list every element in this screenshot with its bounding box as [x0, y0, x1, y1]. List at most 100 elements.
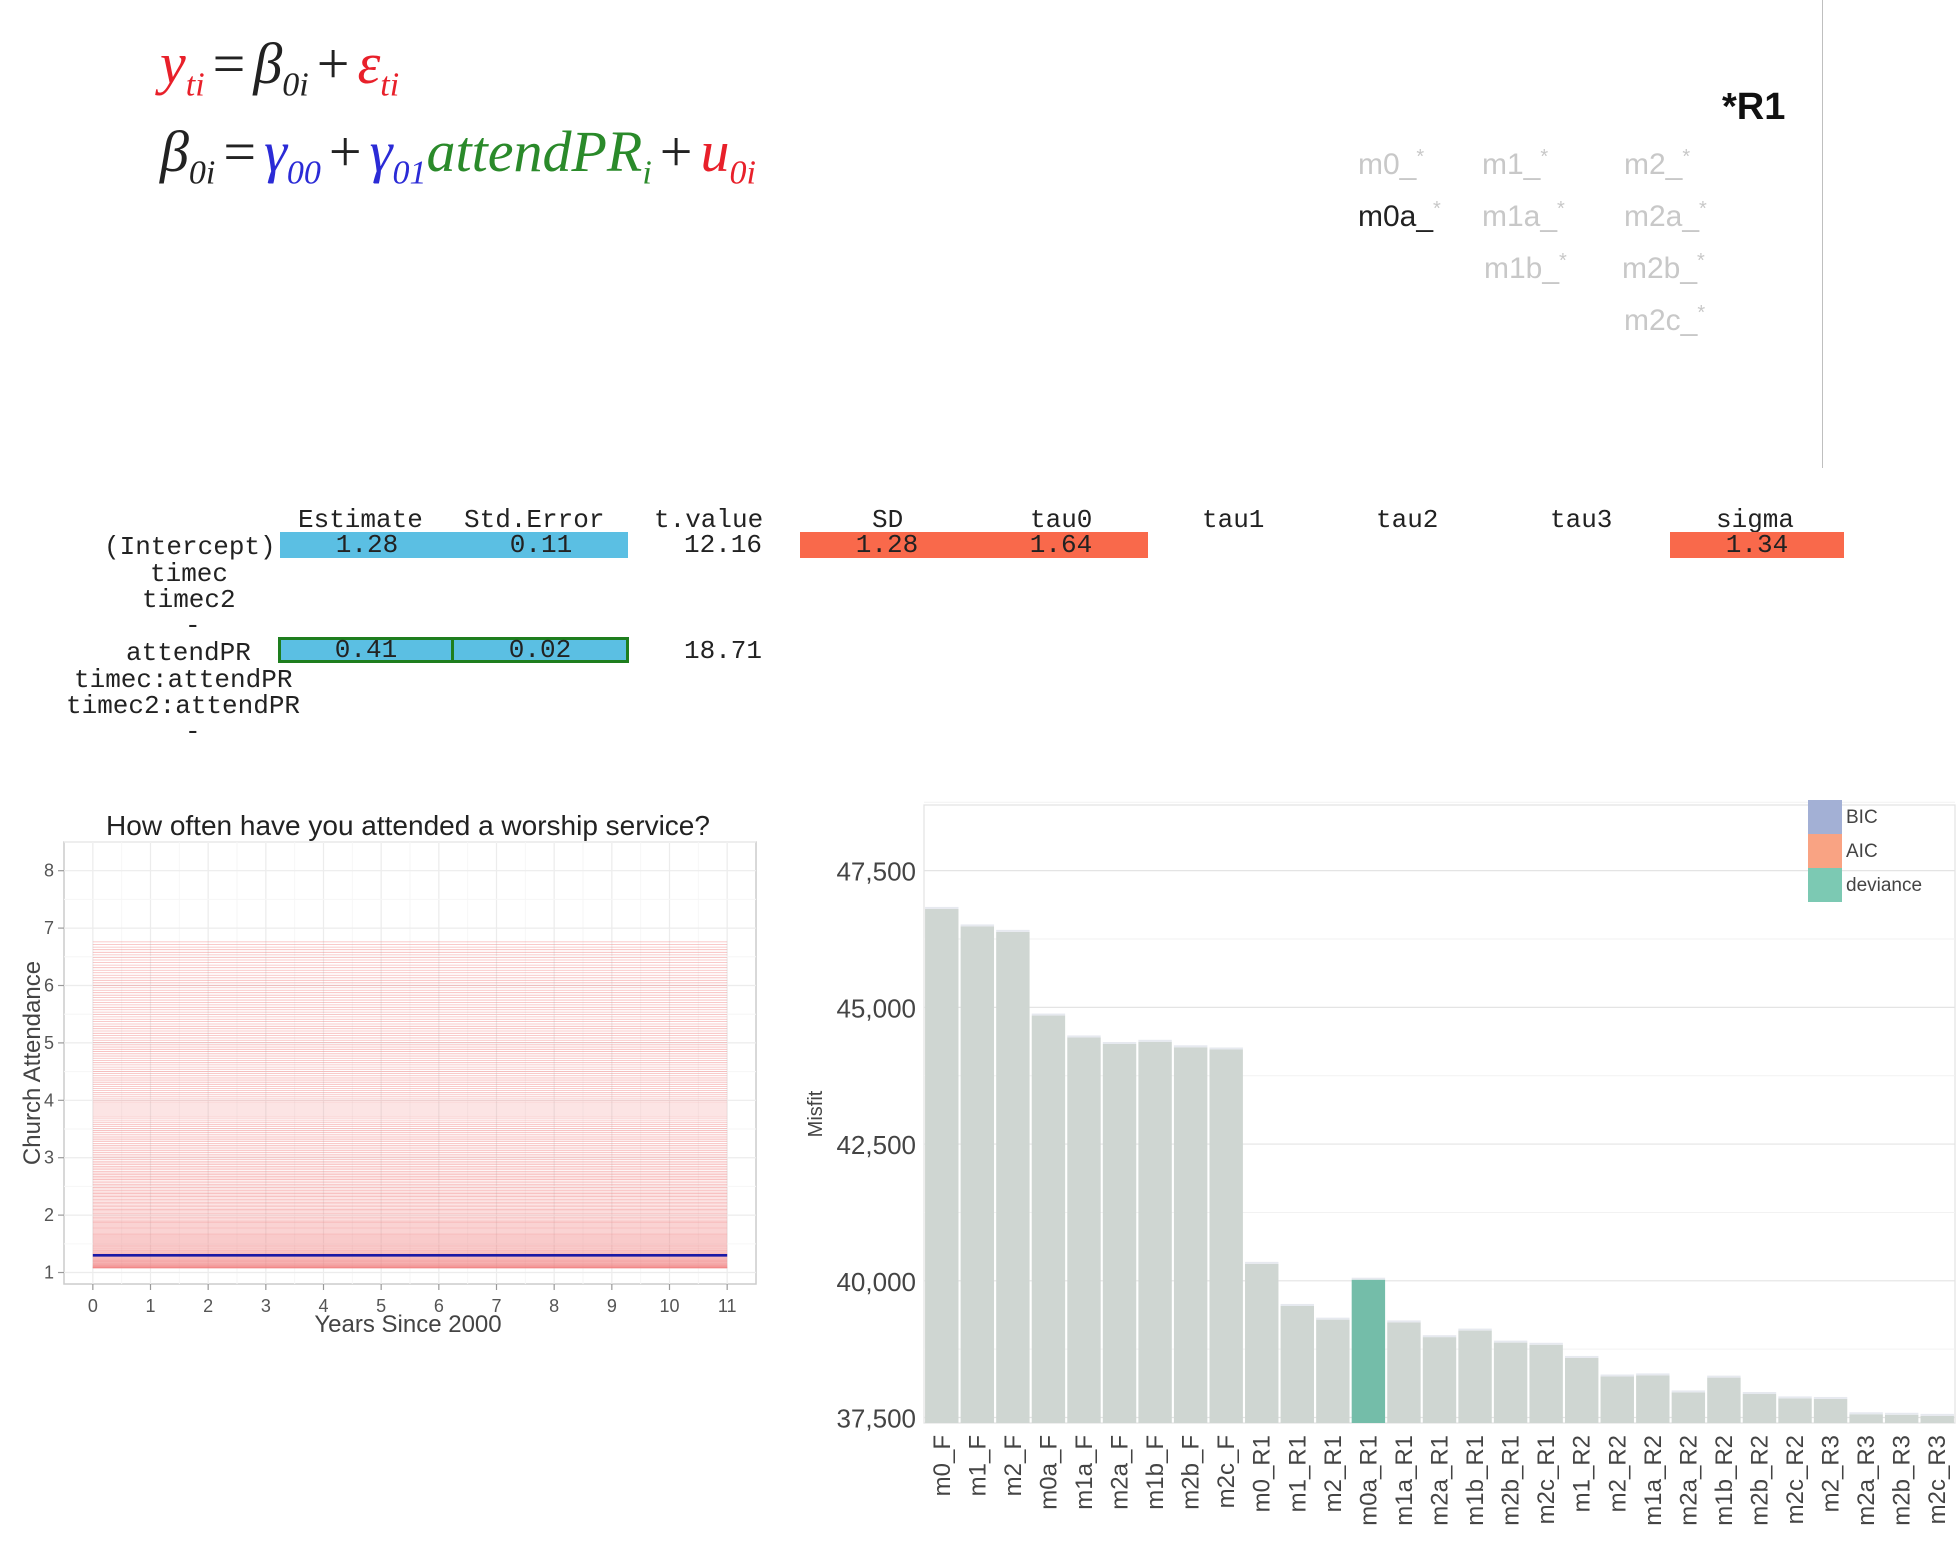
intercept-tau0: 1.64 — [974, 532, 1148, 558]
legend-swatch — [1808, 834, 1842, 868]
misfit-bar — [1245, 1263, 1279, 1423]
chart2-y-tick-label: 42,500 — [836, 1130, 916, 1160]
misfit-bar — [1742, 1394, 1777, 1423]
model-m2c[interactable]: m2c_* — [1624, 302, 1705, 338]
chart2-y-tick-label: 47,500 — [836, 857, 916, 887]
eq2-u-sub: 0i — [729, 154, 756, 192]
legend-swatch — [1808, 800, 1842, 834]
chart2-x-tick-label: m0_F — [929, 1435, 956, 1496]
misfit-bar — [1529, 1344, 1563, 1423]
misfit-bar — [996, 931, 1030, 1423]
misfit-bar-bic-cap — [1636, 1373, 1670, 1376]
chart2-y-tick-label: 40,000 — [836, 1267, 916, 1297]
misfit-bar-bic-cap — [1245, 1261, 1279, 1264]
misfit-bar — [1102, 1043, 1137, 1423]
row-label-attendpr: attendPR — [126, 638, 251, 668]
eq2-gamma00-sub: 00 — [286, 154, 321, 192]
misfit-bar-bic-cap — [960, 924, 995, 927]
misfit-bar — [1351, 1279, 1386, 1423]
row-label-timec2-attendpr: timec2:attendPR — [66, 691, 301, 721]
misfit-bar-bic-cap — [925, 906, 959, 909]
eq-beta: β — [253, 31, 283, 96]
model-m0a[interactable]: m0a_* — [1358, 198, 1441, 234]
model-m2a[interactable]: m2a_* — [1624, 198, 1707, 234]
misfit-bar-bic-cap — [1742, 1392, 1777, 1395]
chart1-x-tick-label: 8 — [549, 1296, 559, 1316]
chart2-x-tick-label: m0a_R1 — [1355, 1435, 1382, 1526]
misfit-bar — [1173, 1047, 1208, 1423]
misfit-bar-bic-cap — [1102, 1041, 1137, 1044]
chart1-y-tick-label: 2 — [44, 1205, 54, 1225]
chart1-x-tick-label: 3 — [261, 1296, 271, 1316]
chart2-ylabel: Misfit — [805, 1090, 827, 1137]
misfit-bar — [1138, 1041, 1172, 1423]
legend-label: AIC — [1846, 841, 1878, 862]
misfit-bar-bic-cap — [1387, 1320, 1421, 1323]
misfit-bar-bic-cap — [1920, 1413, 1954, 1416]
eq-eps: ε — [357, 31, 381, 96]
hdr-tau1: tau1 — [1202, 505, 1265, 535]
chart1-x-tick-label: 11 — [718, 1296, 737, 1316]
misfit-bar-bic-cap — [1564, 1355, 1599, 1358]
misfit-bar — [1849, 1414, 1883, 1423]
chart2-x-tick-label: m2_R2 — [1604, 1435, 1631, 1512]
misfit-bar-bic-cap — [1707, 1375, 1741, 1378]
chart2-x-tick-label: m1b_F — [1142, 1435, 1169, 1510]
chart2-y-tick-label: 37,500 — [836, 1404, 916, 1434]
model-m1[interactable]: m1_* — [1482, 146, 1548, 182]
misfit-bar — [1067, 1037, 1101, 1423]
misfit-bar-bic-cap — [1849, 1412, 1883, 1415]
misfit-bar-bic-cap — [1031, 1013, 1066, 1016]
chart2-y-ticks: 37,500 40,000 42,500 45,000 47,500 — [836, 857, 916, 1434]
misfit-bar — [1458, 1330, 1492, 1423]
legend-swatch — [1808, 868, 1842, 902]
chart1-title: How often have you attended a worship se… — [106, 810, 710, 841]
chart1-y-tick-label: 1 — [44, 1263, 54, 1283]
chart2-x-tick-label: m2_R3 — [1818, 1435, 1845, 1512]
misfit-bar — [1920, 1415, 1954, 1423]
intercept-se: 0.11 — [454, 532, 628, 558]
misfit-bar — [960, 926, 995, 1423]
model-m1b[interactable]: m1b_* — [1484, 250, 1567, 286]
misfit-bar-bic-cap — [1813, 1396, 1848, 1399]
hdr-tau2: tau2 — [1376, 505, 1439, 535]
misfit-bar-bic-cap — [1422, 1335, 1457, 1338]
row-label-dash2: - — [185, 717, 201, 747]
chart2-x-tick-label: m1_F — [964, 1435, 991, 1496]
model-m2[interactable]: m2_* — [1624, 146, 1690, 182]
misfit-bar-bic-cap — [1138, 1039, 1172, 1042]
attendpr-t: 18.71 — [683, 636, 762, 666]
attendpr-se: 0.02 — [451, 637, 629, 663]
misfit-bar — [1636, 1375, 1670, 1423]
misfit-bar-bic-cap — [1351, 1277, 1386, 1280]
model-m1a[interactable]: m1a_* — [1482, 198, 1565, 234]
chart2-x-tick-label: m2_R1 — [1320, 1435, 1347, 1512]
chart2-x-tick-label: m1b_R1 — [1462, 1435, 1489, 1526]
chart1-x-tick-label: 10 — [659, 1296, 679, 1316]
chart1-x-tick-label: 1 — [145, 1296, 155, 1316]
misfit-bar-bic-cap — [1778, 1396, 1812, 1399]
equation-level1: yti = β0i + εti — [160, 31, 400, 104]
misfit-bar-bic-cap — [1529, 1342, 1563, 1345]
misfit-bar-bic-cap — [1458, 1328, 1492, 1331]
chart2-x-tick-label: m2c_R1 — [1533, 1435, 1560, 1524]
model-m0[interactable]: m0_* — [1358, 146, 1424, 182]
row-label-intercept: (Intercept) — [104, 532, 276, 562]
chart1-x-tick-label: 9 — [607, 1296, 617, 1316]
misfit-bar — [1671, 1392, 1706, 1423]
misfit-bar-bic-cap — [1671, 1390, 1706, 1393]
model-m2b[interactable]: m2b_* — [1622, 250, 1705, 286]
chart2-x-tick-label: m1a_R2 — [1640, 1435, 1667, 1526]
chart2-x-ticks: m0_F m1_F m2_F m0a_F m1a_F m2a_F m1b_F m2b_F m2c… — [929, 1435, 1951, 1526]
chart2-x-tick-label: m2b_F — [1178, 1435, 1205, 1510]
misfit-bar — [1280, 1305, 1315, 1423]
chart2-x-tick-label: m0a_F — [1035, 1435, 1062, 1510]
intercept-sd: 1.28 — [800, 532, 974, 558]
chart2-x-tick-label: m2c_F — [1213, 1435, 1240, 1508]
legend-label: BIC — [1846, 807, 1878, 828]
chart1-y-ticks: 12345678 — [44, 861, 64, 1283]
chart1-y-tick-label: 8 — [44, 861, 54, 881]
eq2-attendpr: attendPR — [426, 119, 643, 184]
chart1-x-tick-label: 0 — [88, 1296, 98, 1316]
misfit-bar — [1387, 1322, 1421, 1423]
